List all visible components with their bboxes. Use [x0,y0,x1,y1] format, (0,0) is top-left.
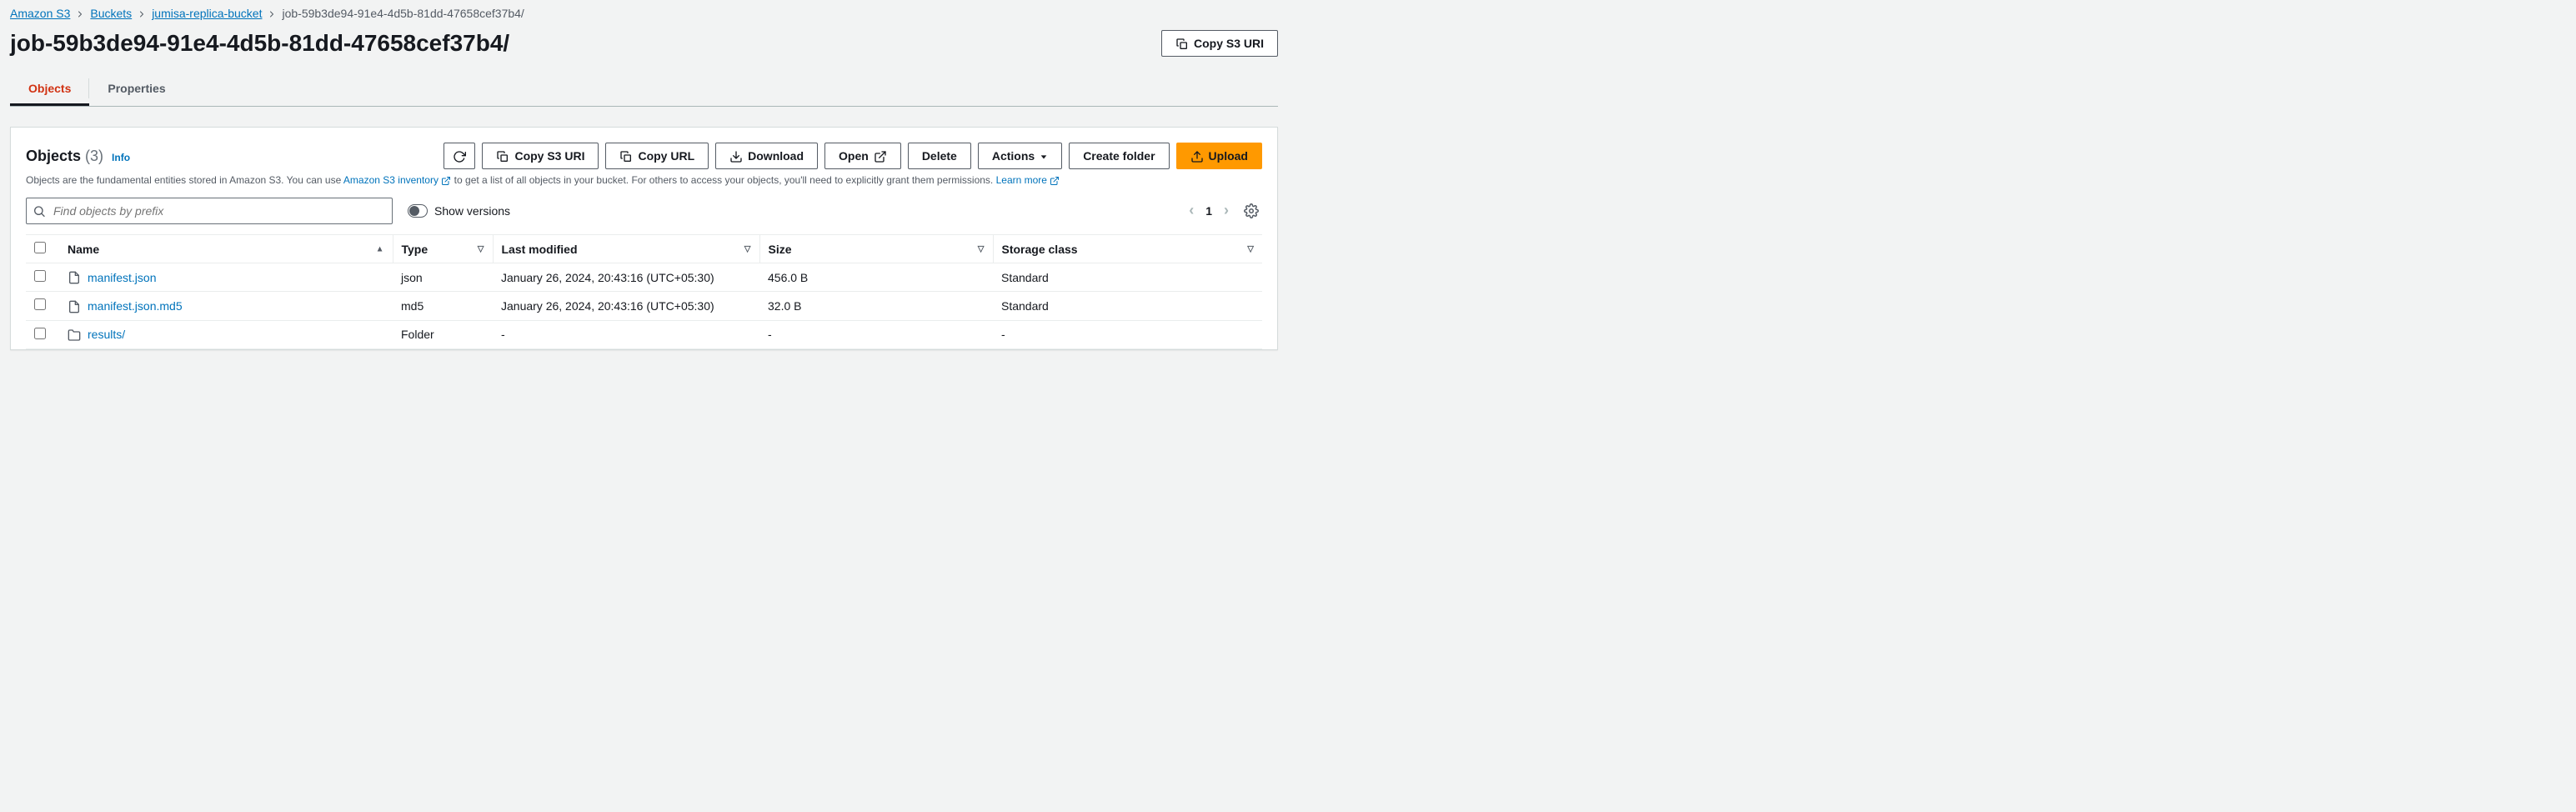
object-storage-class: - [993,320,1262,348]
search-box [26,198,393,224]
chevron-right-icon [267,7,277,20]
col-header-name[interactable]: Name ▲ [59,235,393,263]
panel-description: Objects are the fundamental entities sto… [26,174,1262,186]
upload-icon [1190,148,1204,163]
search-input[interactable] [26,198,393,224]
object-size: - [759,320,993,348]
copy-icon [496,148,509,163]
learn-more-link[interactable]: Learn more [996,174,1060,186]
table-row: manifest.json jsonJanuary 26, 2024, 20:43… [26,263,1262,292]
search-icon [33,203,46,218]
panel-title: Objects (3) [26,148,103,165]
sort-icon: ▽ [744,244,751,253]
page-number: 1 [1205,204,1212,218]
show-versions-label: Show versions [434,204,510,218]
download-button[interactable]: Download [715,143,818,169]
create-folder-button[interactable]: Create folder [1069,143,1169,169]
row-checkbox[interactable] [34,328,46,339]
copy-icon [1175,36,1189,50]
file-icon [68,298,81,313]
object-storage-class: Standard [993,292,1262,320]
sort-icon: ▽ [1247,244,1254,253]
next-page-button[interactable]: › [1220,200,1232,221]
actions-dropdown[interactable]: Actions [978,143,1062,169]
pagination: ‹ 1 › [1185,200,1262,222]
copy-icon [619,148,633,163]
open-button[interactable]: Open [824,143,901,169]
objects-panel: Objects (3) Info Copy S3 URI Co [10,127,1278,350]
col-header-size[interactable]: Size ▽ [759,235,993,263]
object-modified: January 26, 2024, 20:43:16 (UTC+05:30) [493,292,759,320]
table-row: manifest.json.md5 md5January 26, 2024, 20… [26,292,1262,320]
object-type: Folder [393,320,493,348]
download-icon [729,148,743,163]
object-storage-class: Standard [993,263,1262,292]
object-type: json [393,263,493,292]
object-link[interactable]: results/ [68,328,125,342]
table-row: results/Folder--- [26,320,1262,348]
row-checkbox[interactable] [34,298,46,310]
page-title: job-59b3de94-91e4-4d5b-81dd-47658cef37b4… [10,30,509,57]
tab-properties[interactable]: Properties [89,73,183,106]
refresh-button[interactable] [444,143,475,169]
inventory-link[interactable]: Amazon S3 inventory [343,174,454,186]
col-header-type[interactable]: Type ▽ [393,235,493,263]
col-header-storage-class[interactable]: Storage class ▽ [993,235,1262,263]
refresh-icon [453,148,466,163]
chevron-right-icon [75,7,85,20]
folder-icon [68,328,81,342]
object-link[interactable]: manifest.json [68,270,156,284]
external-link-icon [874,148,887,163]
object-link[interactable]: manifest.json.md5 [68,298,183,313]
sort-asc-icon: ▲ [376,244,384,253]
show-versions-toggle[interactable] [408,204,428,218]
breadcrumb-amazon-s3[interactable]: Amazon S3 [10,7,70,20]
row-checkbox[interactable] [34,270,46,282]
object-size: 32.0 B [759,292,993,320]
tabs: Objects Properties [10,73,1278,107]
copy-url-button[interactable]: Copy URL [605,143,709,169]
object-modified: January 26, 2024, 20:43:16 (UTC+05:30) [493,263,759,292]
object-size: 456.0 B [759,263,993,292]
object-name: manifest.json.md5 [88,299,183,313]
copy-s3-uri-header-button[interactable]: Copy S3 URI [1161,30,1278,57]
file-icon [68,270,81,284]
prev-page-button[interactable]: ‹ [1185,200,1197,221]
copy-s3-uri-button[interactable]: Copy S3 URI [482,143,599,169]
breadcrumb-buckets[interactable]: Buckets [90,7,132,20]
settings-button[interactable] [1240,200,1262,222]
sort-icon: ▽ [478,244,484,253]
objects-table: Name ▲ Type ▽ Last modified ▽ Size ▽ Sto… [26,234,1262,349]
sort-icon: ▽ [978,244,985,253]
toolbar: Copy S3 URI Copy URL Download Open [444,143,1262,169]
upload-button[interactable]: Upload [1176,143,1262,169]
select-all-checkbox[interactable] [34,242,46,253]
chevron-right-icon [137,7,147,20]
object-name: results/ [88,328,125,341]
breadcrumb-current: job-59b3de94-91e4-4d5b-81dd-47658cef37b4… [282,7,524,20]
chevron-down-icon [1040,149,1048,163]
breadcrumb: Amazon S3 Buckets jumisa-replica-bucket … [0,0,1288,25]
tab-objects[interactable]: Objects [10,73,89,106]
col-header-last-modified[interactable]: Last modified ▽ [493,235,759,263]
info-link[interactable]: Info [112,152,130,163]
object-type: md5 [393,292,493,320]
object-name: manifest.json [88,271,156,284]
delete-button[interactable]: Delete [908,143,971,169]
object-modified: - [493,320,759,348]
breadcrumb-bucket-name[interactable]: jumisa-replica-bucket [152,7,262,20]
